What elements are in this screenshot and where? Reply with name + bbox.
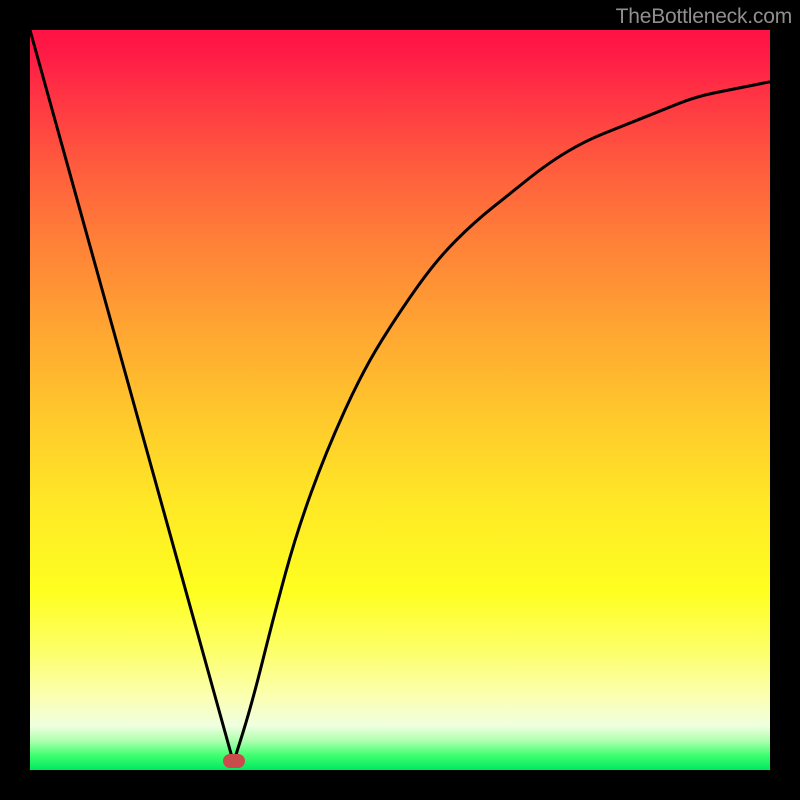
chart-frame: TheBottleneck.com (0, 0, 800, 800)
plot-area (30, 30, 770, 770)
optimal-point-marker (223, 754, 245, 768)
bottleneck-curve (30, 30, 770, 763)
curve-svg (30, 30, 770, 770)
watermark-text: TheBottleneck.com (616, 5, 792, 29)
